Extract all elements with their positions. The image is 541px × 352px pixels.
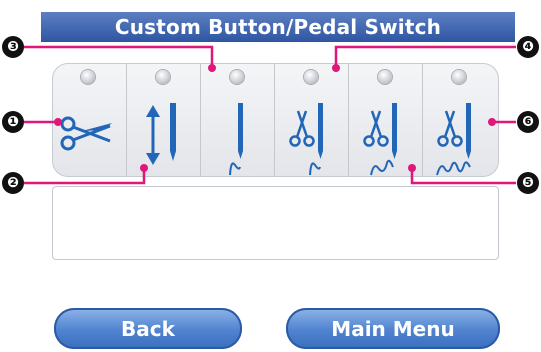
callout-6: ❻ <box>517 111 539 133</box>
single-stitch-option[interactable] <box>200 63 274 177</box>
cut-double-stitch-icon <box>363 103 397 176</box>
indicator-led <box>304 70 318 84</box>
thread-cutter-icon <box>60 116 112 151</box>
callout-1: ❶ <box>2 111 24 133</box>
cut-single-stitch-icon <box>289 103 323 176</box>
main-menu-button[interactable]: Main Menu <box>286 308 500 349</box>
needle-up-down-icon <box>146 103 176 165</box>
cut-double-stitch-option[interactable] <box>348 63 422 177</box>
cut-triple-stitch-option[interactable] <box>422 63 496 177</box>
cut-triple-stitch-icon <box>436 103 471 176</box>
cut-single-stitch-option[interactable] <box>274 63 348 177</box>
indicator-led <box>452 70 466 84</box>
callout-2: ❷ <box>2 172 24 194</box>
indicator-led <box>230 70 244 84</box>
single-stitch-icon <box>229 103 243 176</box>
message-box <box>52 186 499 260</box>
page-title: Custom Button/Pedal Switch <box>41 12 515 42</box>
back-button[interactable]: Back <box>54 308 242 349</box>
indicator-led <box>156 70 170 84</box>
indicator-led <box>81 70 95 84</box>
callout-3: ❸ <box>2 36 24 58</box>
indicator-led <box>378 70 392 84</box>
callout-4: ❹ <box>517 36 539 58</box>
needle-position-option[interactable] <box>126 63 200 177</box>
thread-cutter-option[interactable] <box>52 63 126 177</box>
callout-5: ❺ <box>517 172 539 194</box>
